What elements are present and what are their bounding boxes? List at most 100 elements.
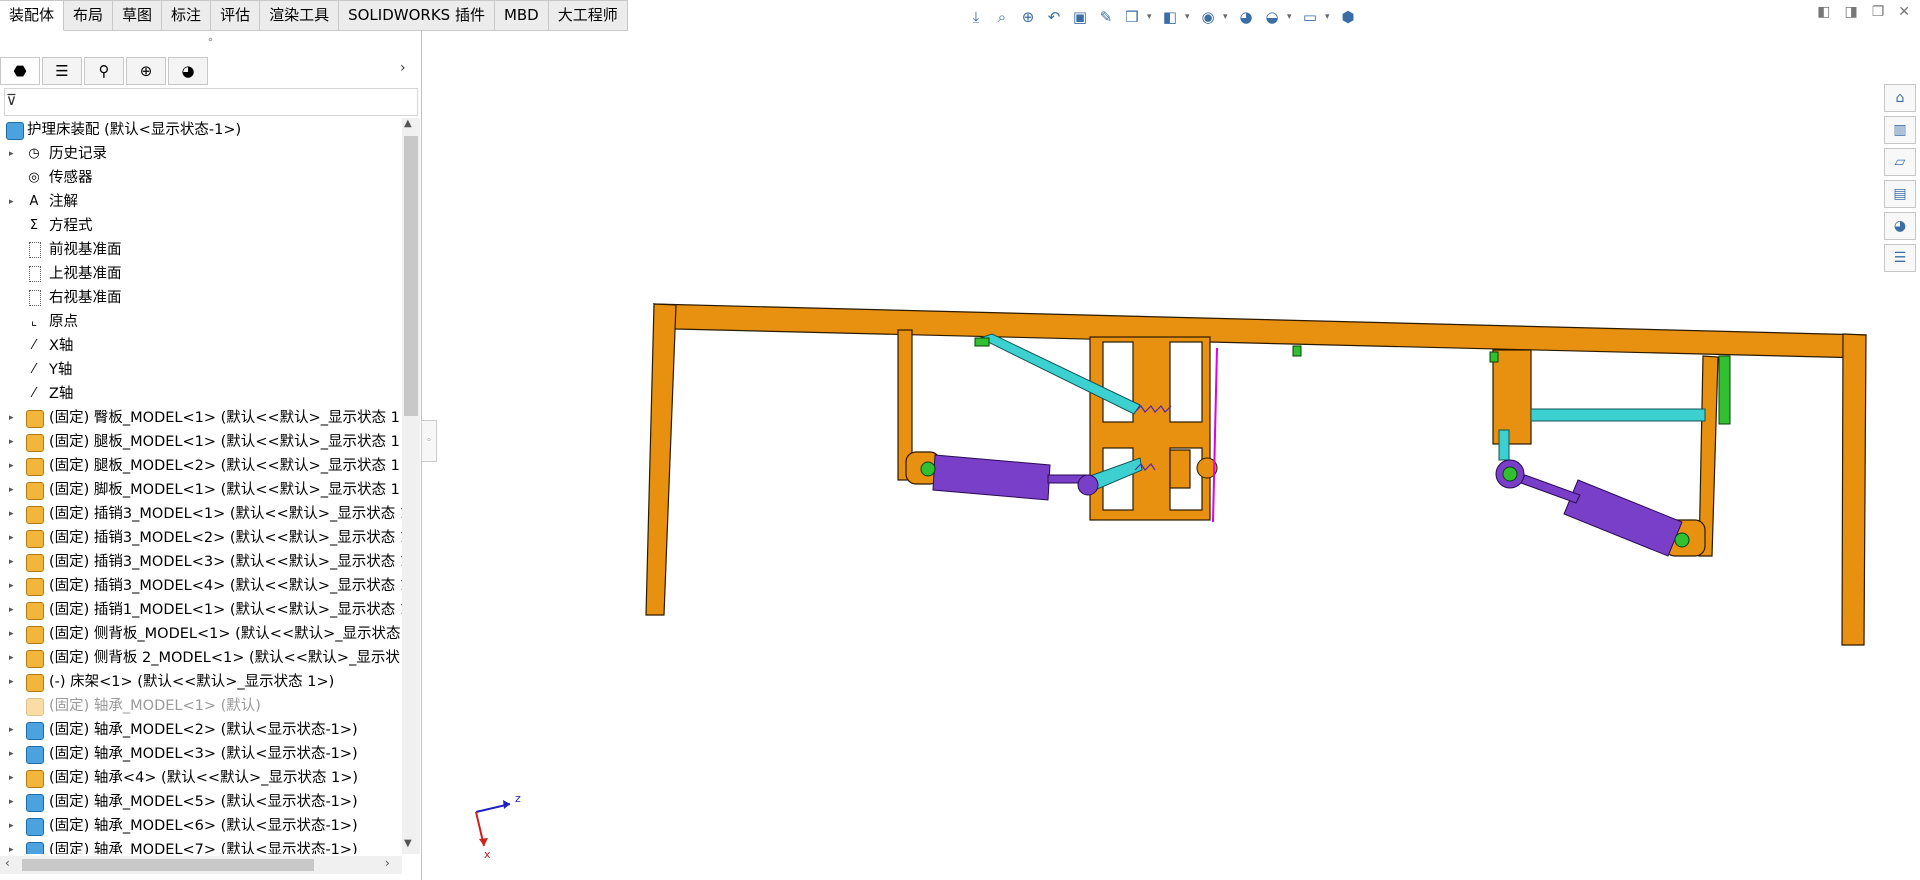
view-orientation-icon[interactable]: ❒: [1121, 6, 1143, 28]
tab-1[interactable]: 布局: [64, 0, 114, 31]
file-explorer-icon[interactable]: ▱: [1884, 148, 1916, 176]
expand-arrow-icon[interactable]: ▸: [9, 718, 14, 742]
tree-item[interactable]: ▸ (固定) 插销1_MODEL<1> (默认<<默认>_显示状态 1: [0, 598, 405, 622]
tree-item[interactable]: ▸ (固定) 轴承_MODEL<3> (默认<显示状态-1>): [0, 742, 405, 766]
dynamic-annotation-icon[interactable]: ✎: [1095, 6, 1117, 28]
tree-item[interactable]: ▸ A 注解: [0, 190, 405, 214]
tree-item[interactable]: ⁄ Y轴: [0, 358, 405, 382]
tile-left-icon[interactable]: ◧: [1817, 4, 1830, 20]
close-icon[interactable]: ✕: [1898, 4, 1910, 20]
apply-scene-icon[interactable]: ◒: [1261, 6, 1283, 28]
expand-arrow-icon[interactable]: ▸: [9, 790, 14, 814]
scroll-left-icon[interactable]: ‹: [5, 856, 10, 870]
tile-right-icon[interactable]: ◨: [1844, 4, 1857, 20]
tree-item[interactable]: ▸ (固定) 轴承<4> (默认<<默认>_显示状态 1>): [0, 766, 405, 790]
linkages[interactable]: [978, 333, 1706, 491]
hide-show-icon[interactable]: ◉: [1197, 6, 1219, 28]
tree-item[interactable]: ▸ (固定) 轴承_MODEL<2> (默认<显示状态-1>): [0, 718, 405, 742]
configurationmanager-icon[interactable]: ⚲: [84, 57, 124, 85]
tree-item[interactable]: ⁄ Z轴: [0, 382, 405, 406]
bed-frame[interactable]: [645, 303, 1867, 646]
scroll-down-icon[interactable]: ▼: [404, 838, 412, 849]
expand-arrow-icon[interactable]: ▸: [9, 142, 14, 166]
view-settings-icon[interactable]: ▭: [1299, 6, 1321, 28]
expand-arrow-icon[interactable]: ▸: [9, 478, 14, 502]
design-library-icon[interactable]: ▥: [1884, 116, 1916, 144]
tree-item[interactable]: ◎ 传感器: [0, 166, 405, 190]
tree-item[interactable]: ▸ (固定) 插销3_MODEL<1> (默认<<默认>_显示状态 1: [0, 502, 405, 526]
tab-6[interactable]: SOLIDWORKS 插件: [339, 0, 495, 31]
panel-tabs-more-icon[interactable]: ›: [400, 60, 406, 76]
tree-item[interactable]: ▸ (固定) 侧背板 2_MODEL<1> (默认<<默认>_显示状: [0, 646, 405, 670]
tree-item[interactable]: ▸ (固定) 脚板_MODEL<1> (默认<<默认>_显示状态 1: [0, 478, 405, 502]
3d-view-icon[interactable]: ⬢: [1337, 6, 1359, 28]
dimxpert-icon[interactable]: ⊕: [126, 57, 166, 85]
tree-item[interactable]: 前视基准面: [0, 238, 405, 262]
view-orient-icon[interactable]: ⤓: [965, 6, 987, 28]
restore-icon[interactable]: ❐: [1872, 4, 1885, 20]
panel-grip[interactable]: ⚬: [0, 31, 421, 51]
tree-item[interactable]: ▸ ◷ 历史记录: [0, 142, 405, 166]
scroll-right-icon[interactable]: ›: [385, 856, 390, 870]
tab-5[interactable]: 渲染工具: [260, 0, 340, 31]
tree-item[interactable]: ▸ (固定) 插销3_MODEL<4> (默认<<默认>_显示状态 1: [0, 574, 405, 598]
tree-item[interactable]: ▸ (固定) 插销3_MODEL<3> (默认<<默认>_显示状态 1: [0, 550, 405, 574]
tree-item[interactable]: ▸ (-) 床架<1> (默认<<默认>_显示状态 1>): [0, 670, 405, 694]
tree-horizontal-scroll-thumb[interactable]: [22, 859, 314, 871]
tab-7[interactable]: MBD: [494, 0, 549, 31]
chevron-down-icon[interactable]: ▾: [1325, 12, 1333, 22]
tree-item[interactable]: ▸ (固定) 插销3_MODEL<2> (默认<<默认>_显示状态 1: [0, 526, 405, 550]
tree-vertical-scroll-thumb[interactable]: [404, 136, 418, 416]
expand-arrow-icon[interactable]: ▸: [9, 670, 14, 694]
expand-arrow-icon[interactable]: ▸: [9, 502, 14, 526]
tree-item[interactable]: (固定) 轴承_MODEL<1> (默认): [0, 694, 405, 718]
expand-arrow-icon[interactable]: ▸: [9, 550, 14, 574]
expand-arrow-icon[interactable]: ▸: [9, 766, 14, 790]
filter-icon[interactable]: ⊽: [6, 91, 17, 109]
view-palette-icon[interactable]: ▤: [1884, 180, 1916, 208]
chevron-down-icon[interactable]: ▾: [1223, 12, 1231, 22]
tree-item[interactable]: ▸ (固定) 轴承_MODEL<5> (默认<显示状态-1>): [0, 790, 405, 814]
expand-arrow-icon[interactable]: ▸: [9, 742, 14, 766]
expand-arrow-icon[interactable]: ▸: [9, 406, 14, 430]
display-style-icon[interactable]: ◧: [1159, 6, 1181, 28]
scroll-up-icon[interactable]: ▲: [404, 118, 412, 129]
zoom-area-icon[interactable]: ⊕: [1017, 6, 1039, 28]
tree-item[interactable]: ▸ (固定) 轴承_MODEL<6> (默认<显示状态-1>): [0, 814, 405, 838]
tab-2[interactable]: 草图: [113, 0, 163, 31]
custom-properties-icon[interactable]: ☰: [1884, 244, 1916, 272]
expand-arrow-icon[interactable]: ▸: [9, 646, 14, 670]
tree-item[interactable]: Σ 方程式: [0, 214, 405, 238]
tab-0[interactable]: 装配体: [0, 0, 65, 31]
tree-item[interactable]: ⌞ 原点: [0, 310, 405, 334]
tree-item[interactable]: ▸ (固定) 腿板_MODEL<2> (默认<<默认>_显示状态 1: [0, 454, 405, 478]
chevron-down-icon[interactable]: ▾: [1287, 12, 1295, 22]
graphics-area[interactable]: z x: [423, 31, 1883, 880]
tree-item[interactable]: 上视基准面: [0, 262, 405, 286]
tree-item[interactable]: ▸ (固定) 臀板_MODEL<1> (默认<<默认>_显示状态 1: [0, 406, 405, 430]
chevron-down-icon[interactable]: ▾: [1147, 12, 1155, 22]
edit-appearance-icon[interactable]: ◕: [1235, 6, 1257, 28]
tab-3[interactable]: 标注: [162, 0, 212, 31]
tab-4[interactable]: 评估: [211, 0, 261, 31]
expand-arrow-icon[interactable]: ▸: [9, 430, 14, 454]
expand-arrow-icon[interactable]: ▸: [9, 838, 14, 854]
appearances-icon[interactable]: ◕: [1884, 212, 1916, 240]
tree-filter-input[interactable]: [4, 88, 418, 116]
tree-item[interactable]: 右视基准面: [0, 286, 405, 310]
expand-arrow-icon[interactable]: ▸: [9, 622, 14, 646]
expand-arrow-icon[interactable]: ▸: [9, 190, 14, 214]
chevron-down-icon[interactable]: ▾: [1185, 12, 1193, 22]
propertymanager-icon[interactable]: ☰: [42, 57, 82, 85]
tree-item[interactable]: ▸ (固定) 侧背板_MODEL<1> (默认<<默认>_显示状态: [0, 622, 405, 646]
previous-view-icon[interactable]: ↶: [1043, 6, 1065, 28]
featuremanager-icon[interactable]: ⬣: [0, 57, 40, 85]
tree-item[interactable]: ▸ (固定) 腿板_MODEL<1> (默认<<默认>_显示状态 1: [0, 430, 405, 454]
expand-arrow-icon[interactable]: ▸: [9, 454, 14, 478]
section-view-icon[interactable]: ▣: [1069, 6, 1091, 28]
expand-arrow-icon[interactable]: ▸: [9, 574, 14, 598]
hydraulic-cylinders[interactable]: [932, 454, 1683, 557]
tree-root[interactable]: 护理床装配 (默认<显示状态-1>): [0, 118, 405, 142]
home-icon[interactable]: ⌂: [1884, 84, 1916, 112]
expand-arrow-icon[interactable]: ▸: [9, 598, 14, 622]
